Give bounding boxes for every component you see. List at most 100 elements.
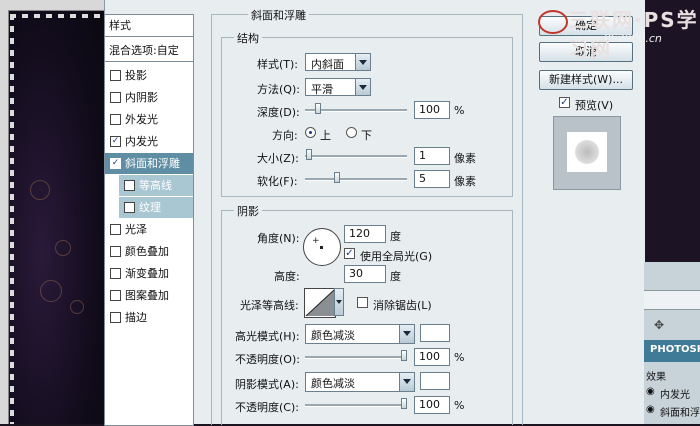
ps-title: PHOTOSH: [650, 344, 700, 355]
highlight-mode-label: 高光模式(H):: [235, 330, 300, 343]
bokeh-circle: [55, 240, 71, 256]
logo-ring-icon: [538, 10, 568, 34]
ruler-top: [0, 0, 104, 11]
shadow-mode-label: 阴影模式(A):: [235, 378, 299, 391]
highlight-mode-value: 颜色减淡: [311, 329, 355, 342]
new-style-button[interactable]: 新建样式(W)...: [539, 70, 633, 90]
style-list-item[interactable]: ✓ 内发光: [105, 131, 193, 152]
style-list-item[interactable]: 外发光: [105, 109, 193, 130]
style-list-header[interactable]: 样式: [105, 15, 193, 37]
antialias-checkbox[interactable]: [357, 297, 368, 308]
preview-label: 预览(V): [575, 99, 614, 112]
soften-slider-thumb[interactable]: [334, 172, 340, 183]
style-list-item[interactable]: 纹理: [119, 197, 193, 218]
style-checkbox[interactable]: [110, 312, 121, 323]
soften-label: 软化(F):: [257, 175, 298, 188]
angle-input[interactable]: 120: [344, 225, 386, 243]
selection-marquee-vertical: [10, 14, 14, 424]
style-list-item[interactable]: 等高线: [119, 175, 193, 196]
direction-up-label: 上: [320, 129, 331, 142]
size-input[interactable]: 1: [414, 147, 450, 165]
contour-curve-icon: [305, 289, 335, 317]
angle-dial[interactable]: +: [303, 228, 341, 266]
depth-input[interactable]: 100: [414, 101, 450, 119]
style-checkbox[interactable]: [124, 180, 135, 191]
shadow-opacity-track[interactable]: [305, 404, 407, 407]
style-checkbox[interactable]: [110, 114, 121, 125]
blend-options-item[interactable]: 混合选项:自定: [105, 40, 193, 62]
depth-label: 深度(D):: [257, 106, 300, 119]
altitude-unit: 度: [390, 270, 401, 283]
global-light-checkbox[interactable]: ✓: [344, 248, 355, 259]
style-item-label: 外发光: [125, 113, 158, 126]
style-list-item[interactable]: 渐变叠加: [105, 263, 193, 284]
highlight-opacity-unit: %: [454, 351, 465, 364]
style-checkbox[interactable]: [110, 70, 121, 81]
style-list-item[interactable]: 描边: [105, 307, 193, 328]
ruler-left: [0, 10, 9, 424]
chevron-down-icon: [336, 300, 342, 304]
style-checkbox[interactable]: ✓: [110, 136, 121, 147]
layers-panel: ✥ PHOTOSH 效果 ◉ 内发光 ◉ 斜面和浮: [644, 262, 700, 424]
highlight-opacity-track[interactable]: [305, 356, 407, 359]
selection-marquee: [10, 14, 102, 18]
shading-title: 阴影: [234, 203, 262, 219]
altitude-label: 高度:: [274, 270, 300, 283]
chevron-down-icon: [355, 79, 370, 95]
highlight-opacity-thumb[interactable]: [401, 350, 407, 361]
chevron-down-icon: [355, 54, 370, 70]
size-slider-track[interactable]: [305, 155, 407, 158]
shadow-mode-select[interactable]: 颜色减淡: [305, 372, 415, 392]
shadow-color-swatch[interactable]: [420, 372, 450, 390]
gloss-contour-preview[interactable]: [304, 288, 336, 318]
layers-search[interactable]: [644, 290, 700, 310]
preview-checkbox[interactable]: ✓: [559, 97, 570, 108]
style-list-item[interactable]: 颜色叠加: [105, 241, 193, 262]
shadow-opacity-thumb[interactable]: [401, 398, 407, 409]
bokeh-circle: [70, 300, 84, 314]
highlight-mode-select[interactable]: 颜色减淡: [305, 324, 415, 344]
highlight-opacity-input[interactable]: 100: [414, 348, 450, 366]
gloss-contour-dropdown[interactable]: [334, 288, 344, 316]
chevron-down-icon: [399, 325, 414, 343]
altitude-input[interactable]: 30: [344, 265, 386, 283]
soften-slider-track[interactable]: [305, 178, 407, 181]
direction-up-radio[interactable]: [305, 127, 316, 138]
style-item-label: 等高线: [139, 179, 172, 192]
style-list-item[interactable]: 图案叠加: [105, 285, 193, 306]
depth-unit: %: [454, 104, 465, 117]
size-slider-thumb[interactable]: [306, 149, 312, 160]
move-tool-icon[interactable]: ✥: [654, 318, 664, 332]
style-item-label: 光泽: [125, 223, 147, 236]
style-list-item[interactable]: 光泽: [105, 219, 193, 240]
shadow-opacity-input[interactable]: 100: [414, 396, 450, 414]
style-checkbox[interactable]: [110, 290, 121, 301]
direction-down-radio[interactable]: [346, 127, 357, 138]
technique-select[interactable]: 平滑: [305, 78, 371, 96]
depth-slider-thumb[interactable]: [315, 103, 321, 114]
bevel-style-select[interactable]: 内斜面: [305, 53, 371, 71]
style-checkbox[interactable]: [124, 202, 135, 213]
style-checkbox[interactable]: [110, 246, 121, 257]
eye-icon[interactable]: ◉: [646, 386, 655, 397]
soften-input[interactable]: 5: [414, 170, 450, 188]
inner-glow-effect[interactable]: 内发光: [660, 386, 690, 401]
antialias-label: 消除锯齿(L): [373, 299, 432, 312]
style-checkbox[interactable]: [110, 92, 121, 103]
style-item-label: 内阴影: [125, 91, 158, 104]
eye-icon[interactable]: ◉: [646, 404, 655, 415]
style-list: 样式 混合选项:自定 投影内阴影外发光 ✓ 内发光 ✓ 斜面和浮雕等高线纹理光泽颜色叠加…: [104, 14, 194, 426]
highlight-color-swatch[interactable]: [420, 324, 450, 342]
style-checkbox[interactable]: [110, 268, 121, 279]
angle-unit: 度: [390, 230, 401, 243]
document-canvas: [0, 0, 104, 424]
style-list-item[interactable]: 投影: [105, 65, 193, 86]
style-item-label: 内发光: [125, 135, 158, 148]
style-list-item[interactable]: 内阴影: [105, 87, 193, 108]
style-list-item[interactable]: ✓ 斜面和浮雕: [105, 153, 193, 174]
style-checkbox[interactable]: [110, 224, 121, 235]
bevel-effect[interactable]: 斜面和浮: [660, 404, 700, 419]
watermark-url: www.PS2000.cn: [574, 32, 662, 45]
style-checkbox[interactable]: ✓: [110, 158, 121, 169]
style-item-label: 斜面和浮雕: [125, 157, 180, 170]
